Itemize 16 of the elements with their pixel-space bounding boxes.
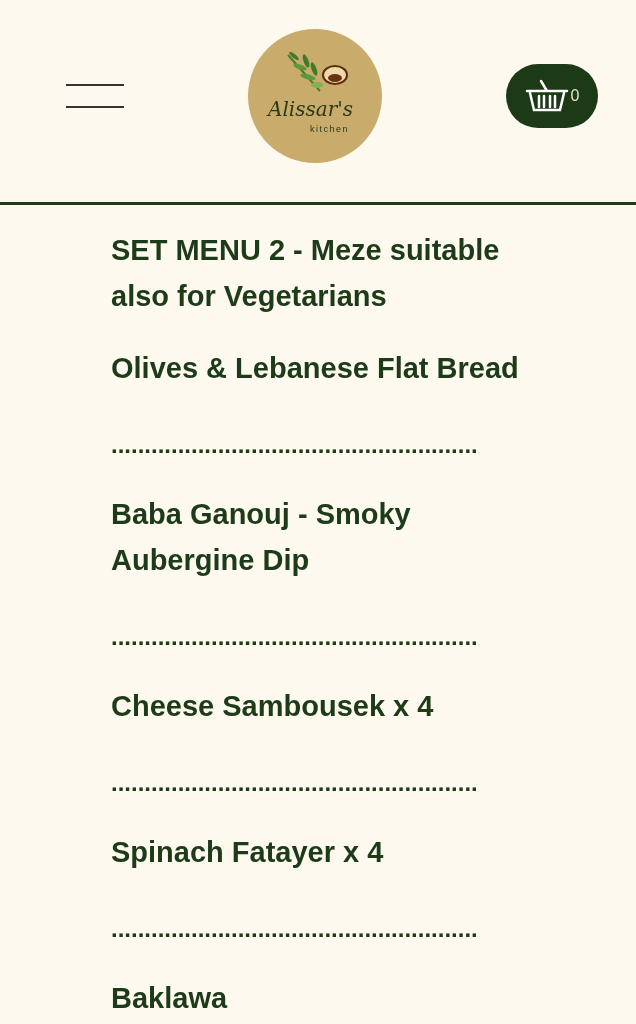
dish-name: Spinach Fatayer x 4: [111, 835, 385, 870]
menu-title: SET MENU 2 - Meze suitable also for Vegetarians: [111, 233, 501, 314]
dish-name: Olives & Lebanese Flat Bread: [111, 351, 520, 386]
logo-tagline: kitchen: [310, 125, 350, 134]
dotted-divider: .......................................................: [111, 622, 479, 652]
menu-button[interactable]: [66, 84, 124, 108]
dotted-divider: .......................................................: [111, 768, 479, 798]
logo-text: Alissar's: [268, 99, 353, 119]
logo[interactable]: Alissar's kitchen: [248, 29, 382, 163]
dotted-divider: .......................................................: [111, 914, 479, 944]
dotted-divider: .......................................................: [111, 430, 479, 460]
cart-button[interactable]: 0: [506, 64, 598, 128]
dish-name: Cheese Sambousek x 4: [111, 689, 435, 724]
dish-name: Baklawa: [111, 981, 229, 1016]
basket-icon: [524, 79, 569, 113]
dish-name: Baba Ganouj - Smoky Aubergine Dip: [111, 497, 412, 578]
